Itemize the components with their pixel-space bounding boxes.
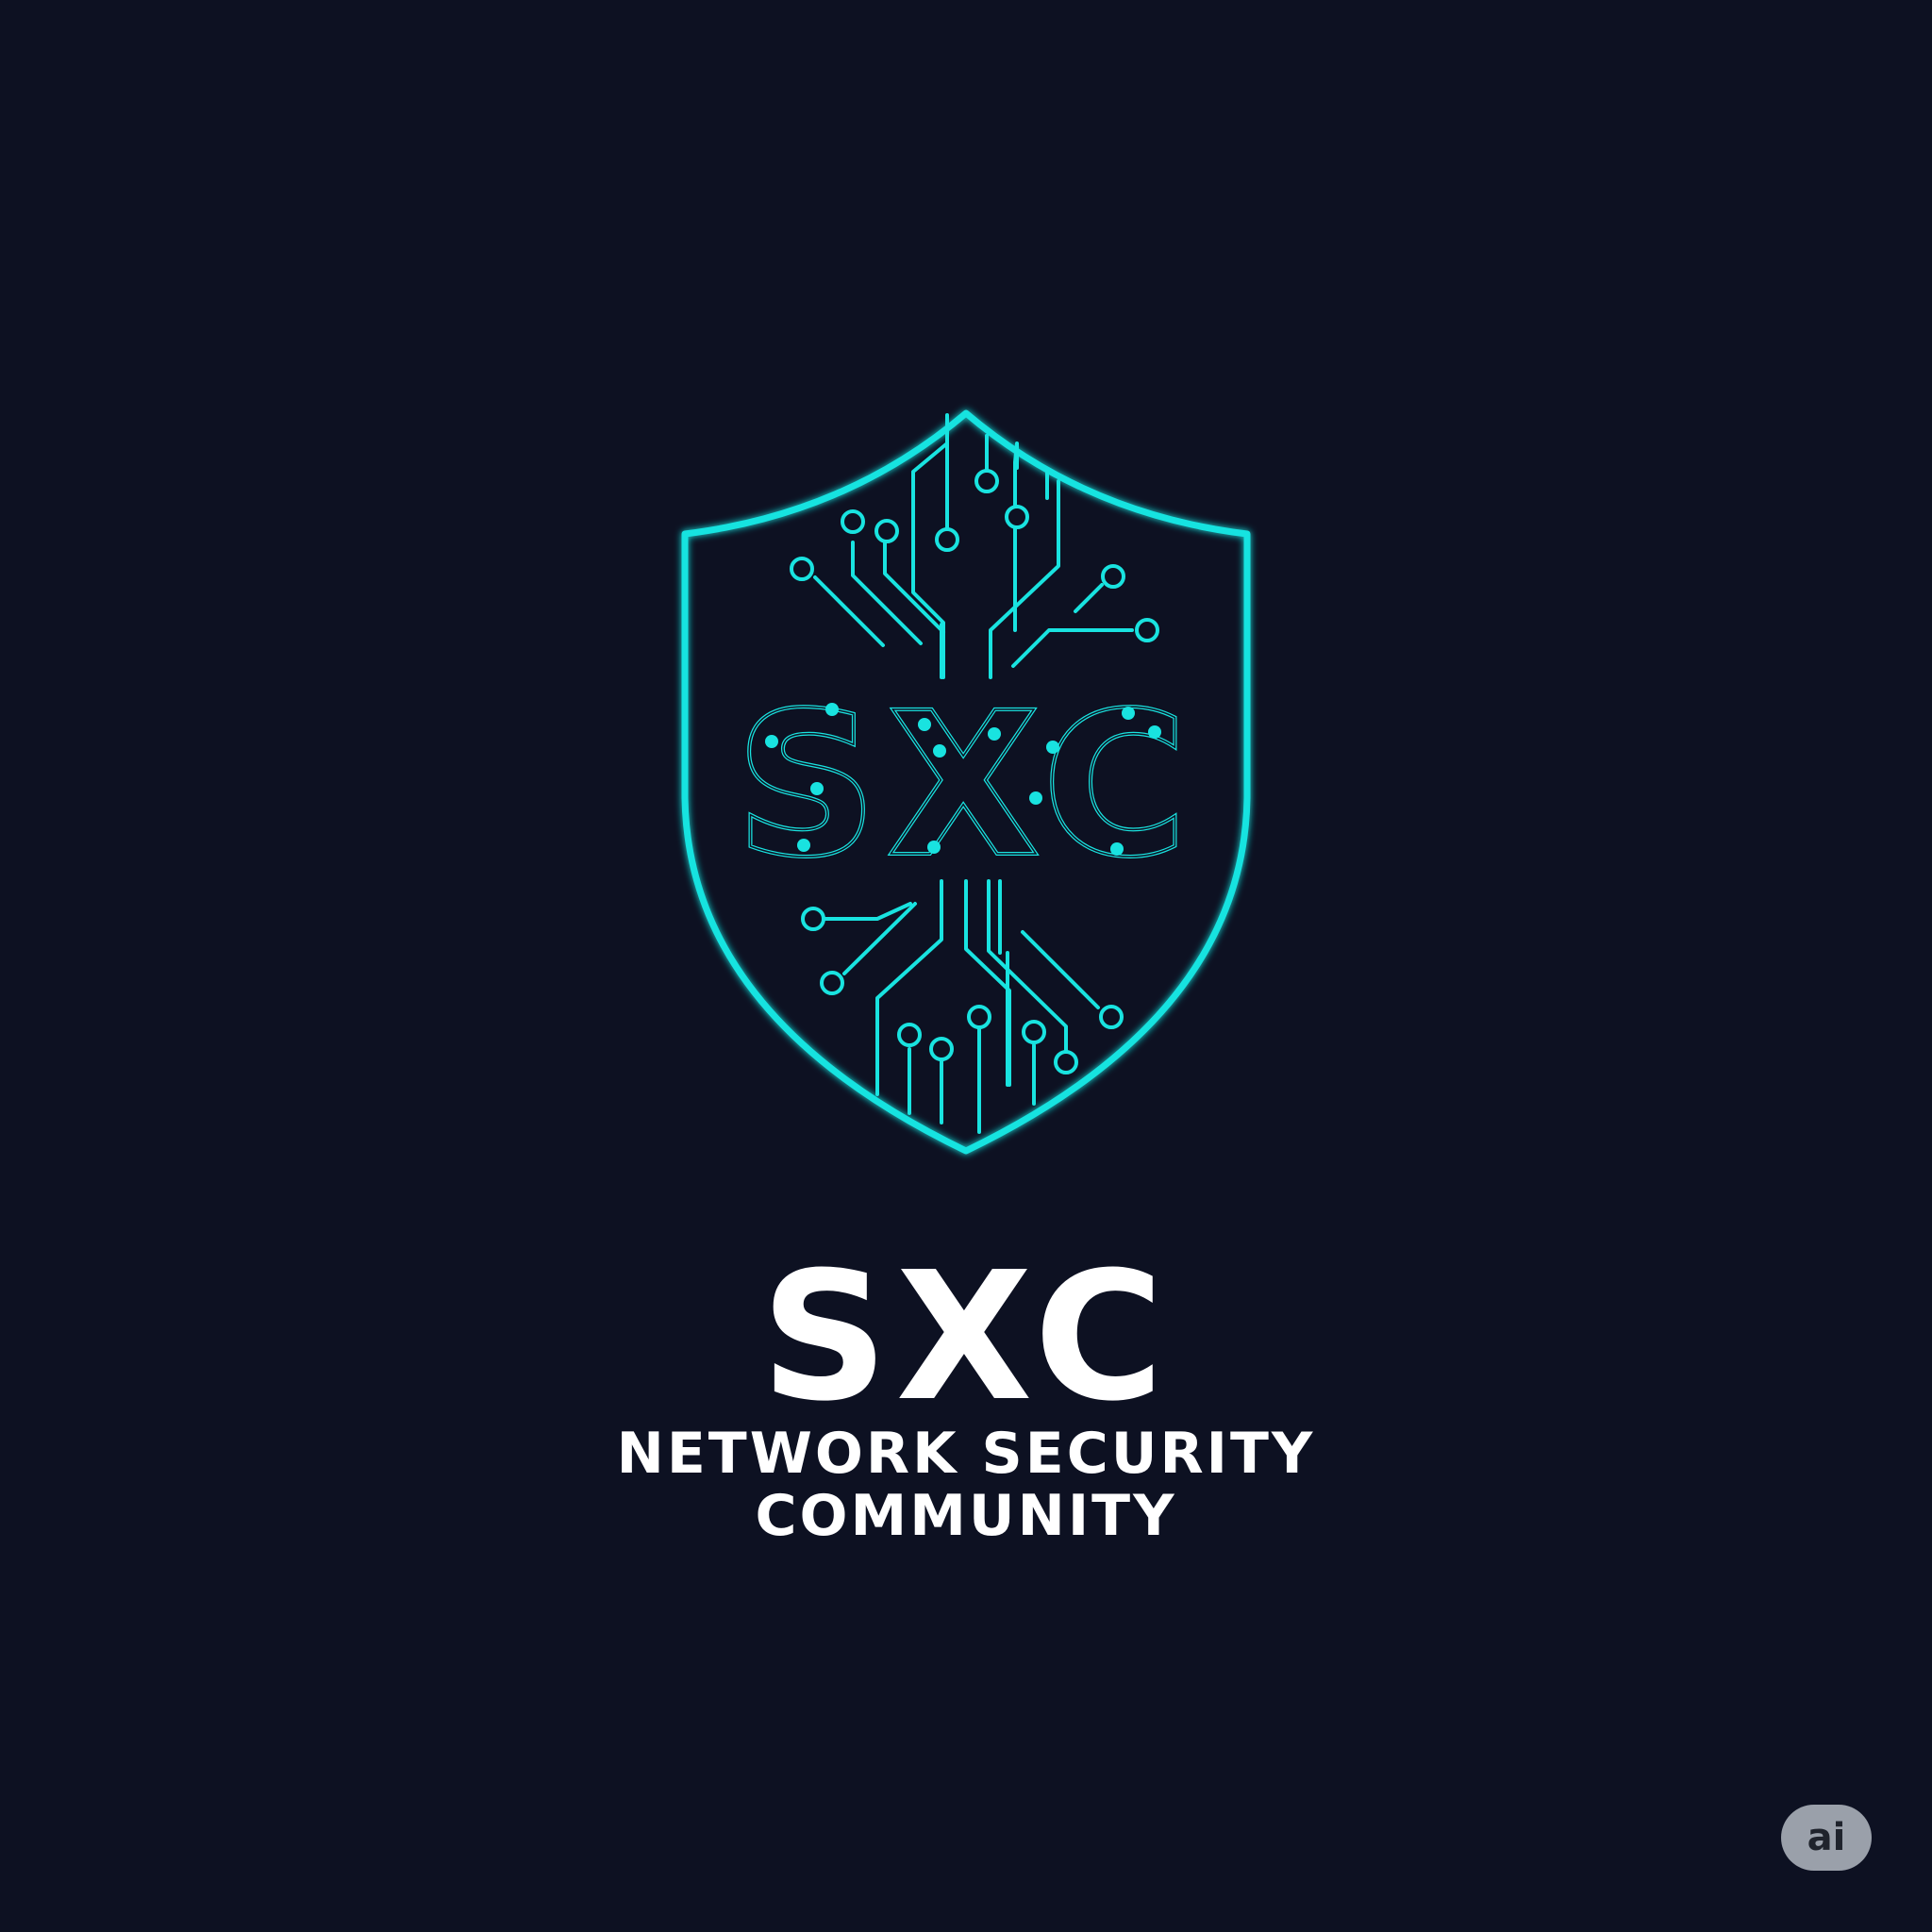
- circuit-nodes-bottom: [801, 907, 1124, 1074]
- circuit-traces-top: [813, 413, 1134, 679]
- brand-name: SXC: [760, 1234, 1172, 1441]
- tagline-line-1: NETWORK SECURITY: [616, 1421, 1316, 1487]
- ai-badge: ai: [1781, 1805, 1872, 1871]
- shield-emblem: SXC SXC: [681, 409, 1251, 1155]
- brand-tagline: NETWORK SECURITY COMMUNITY: [0, 1423, 1932, 1547]
- shield-monogram-inner: SXC: [735, 670, 1197, 901]
- tagline-line-2: COMMUNITY: [755, 1483, 1177, 1549]
